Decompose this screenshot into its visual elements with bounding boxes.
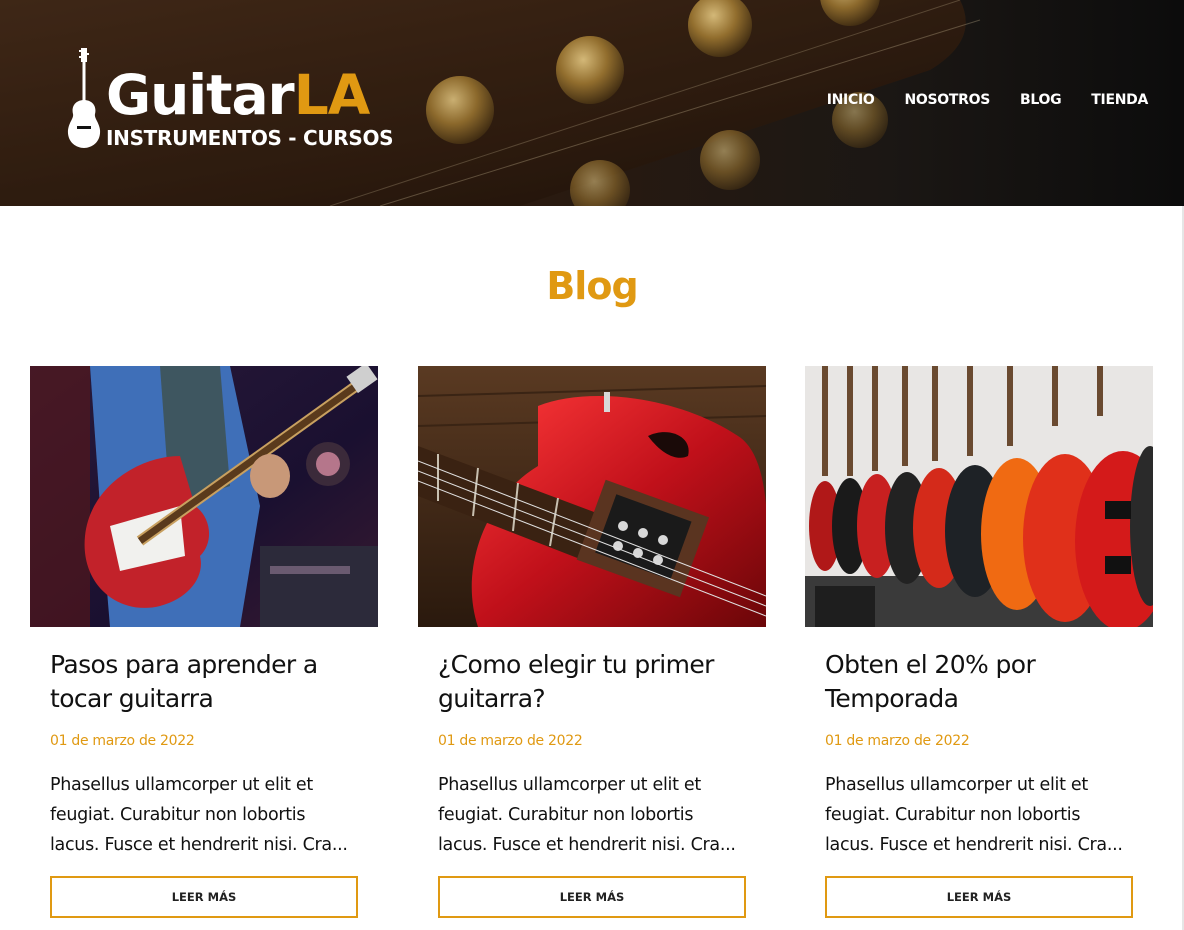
main-navigation: INICIO NOSOTROS BLOG TIENDA xyxy=(827,92,1149,108)
post-excerpt: Phasellus ullamcorper ut elit et feugiat… xyxy=(438,775,736,855)
post-title[interactable]: Pasos para aprender a tocar guitarra xyxy=(50,648,358,716)
logo-wordmark: GuitarLA xyxy=(106,63,370,127)
blog-post-card: Obten el 20% por Temporada 01 de marzo d… xyxy=(805,366,1153,918)
post-image-guitar-store[interactable] xyxy=(805,366,1153,627)
post-date: 01 de marzo de 2022 xyxy=(825,733,970,749)
post-title[interactable]: Obten el 20% por Temporada xyxy=(825,648,1133,716)
logo-tagline: INSTRUMENTOS - CURSOS xyxy=(106,126,394,150)
read-more-button[interactable]: LEER MÁS xyxy=(825,876,1133,918)
post-excerpt: Phasellus ullamcorper ut elit et feugiat… xyxy=(825,775,1123,855)
nav-link-blog[interactable]: BLOG xyxy=(1020,92,1062,108)
post-image-guitarist[interactable] xyxy=(30,366,378,627)
read-more-button[interactable]: LEER MÁS xyxy=(50,876,358,918)
site-logo[interactable]: GuitarLA INSTRUMENTOS - CURSOS xyxy=(66,44,406,154)
read-more-button[interactable]: LEER MÁS xyxy=(438,876,746,918)
blog-post-card: ¿Como elegir tu primer guitarra? 01 de m… xyxy=(418,366,766,918)
guitar-logo-icon xyxy=(67,48,101,148)
site-header: GuitarLA INSTRUMENTOS - CURSOS INICIO NO… xyxy=(0,0,1184,206)
post-excerpt: Phasellus ullamcorper ut elit et feugiat… xyxy=(50,775,348,855)
nav-link-inicio[interactable]: INICIO xyxy=(827,92,875,108)
post-title[interactable]: ¿Como elegir tu primer guitarra? xyxy=(438,648,746,716)
post-image-red-guitar[interactable] xyxy=(418,366,766,627)
nav-link-nosotros[interactable]: NOSOTROS xyxy=(904,92,990,108)
blog-post-card: Pasos para aprender a tocar guitarra 01 … xyxy=(30,366,378,918)
post-date: 01 de marzo de 2022 xyxy=(50,733,195,749)
post-date: 01 de marzo de 2022 xyxy=(438,733,583,749)
nav-link-tienda[interactable]: TIENDA xyxy=(1091,92,1148,108)
page-title: Blog xyxy=(546,264,638,308)
